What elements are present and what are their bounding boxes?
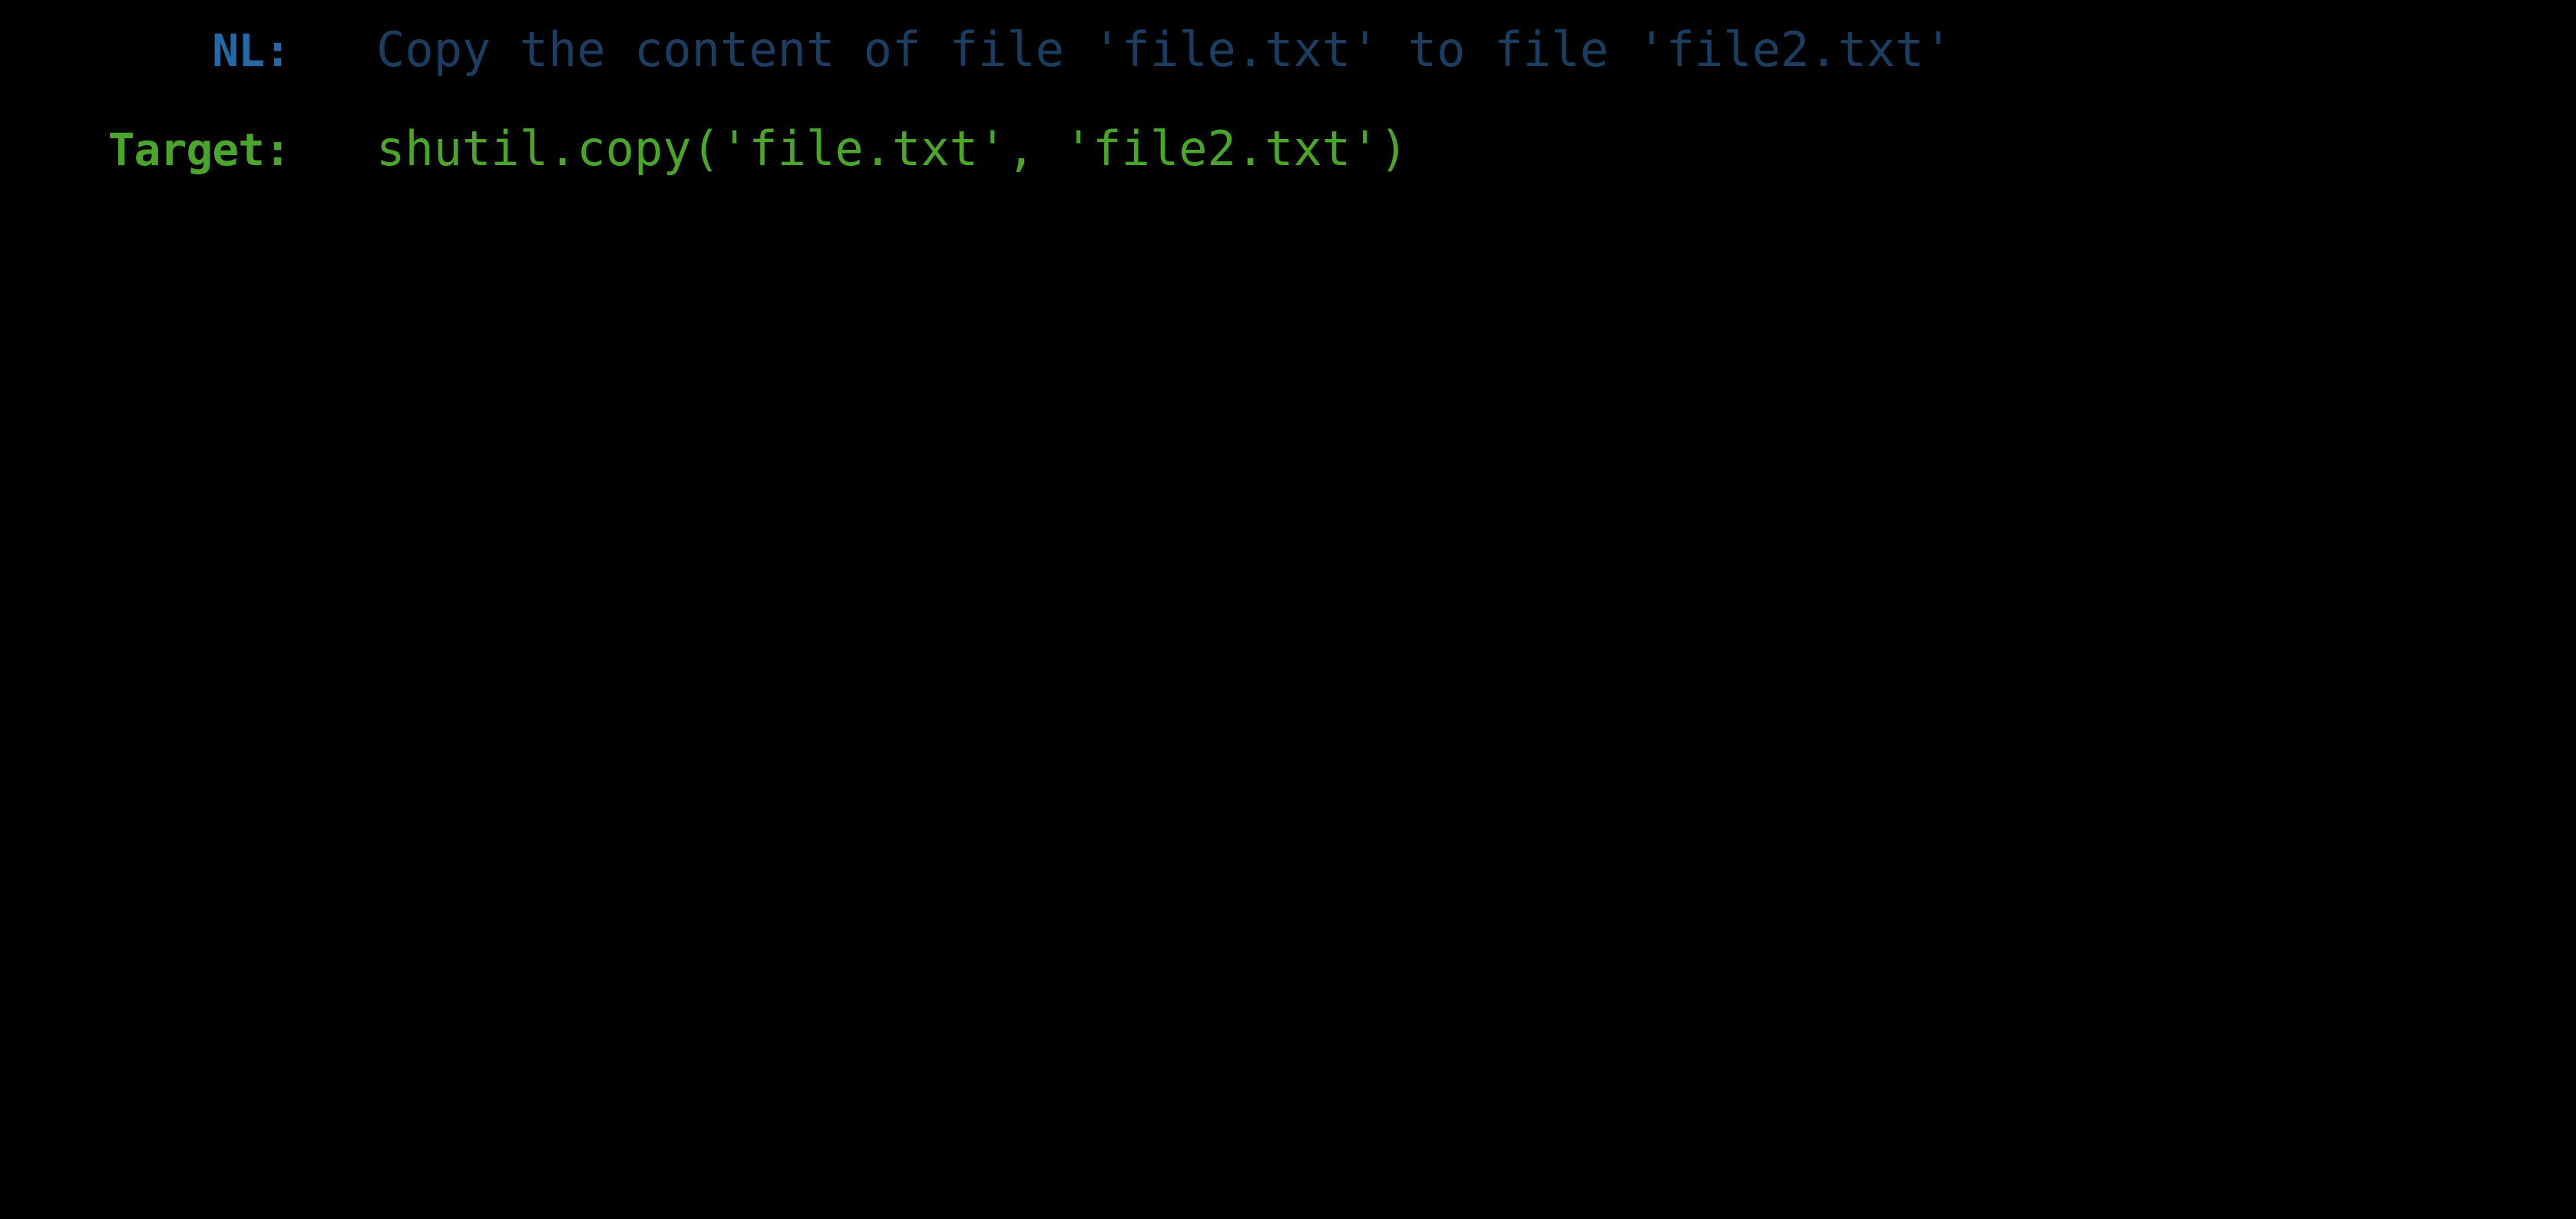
nl-label: NL: [212,25,291,77]
target-row: Target: shutil.copy('file.txt', 'file2.t… [0,99,1953,198]
nl-row: NL: Copy the content of file 'file.txt' … [0,0,1953,99]
target-label: Target: [107,124,291,176]
terminal-output-screen: NL: Copy the content of file 'file.txt' … [0,0,2576,1219]
target-code-text: shutil.copy('file.txt', 'file2.txt') [376,121,1408,177]
prompt-target-text-block: NL: Copy the content of file 'file.txt' … [0,0,1953,198]
nl-value-text: Copy the content of file 'file.txt' to f… [376,22,1953,78]
